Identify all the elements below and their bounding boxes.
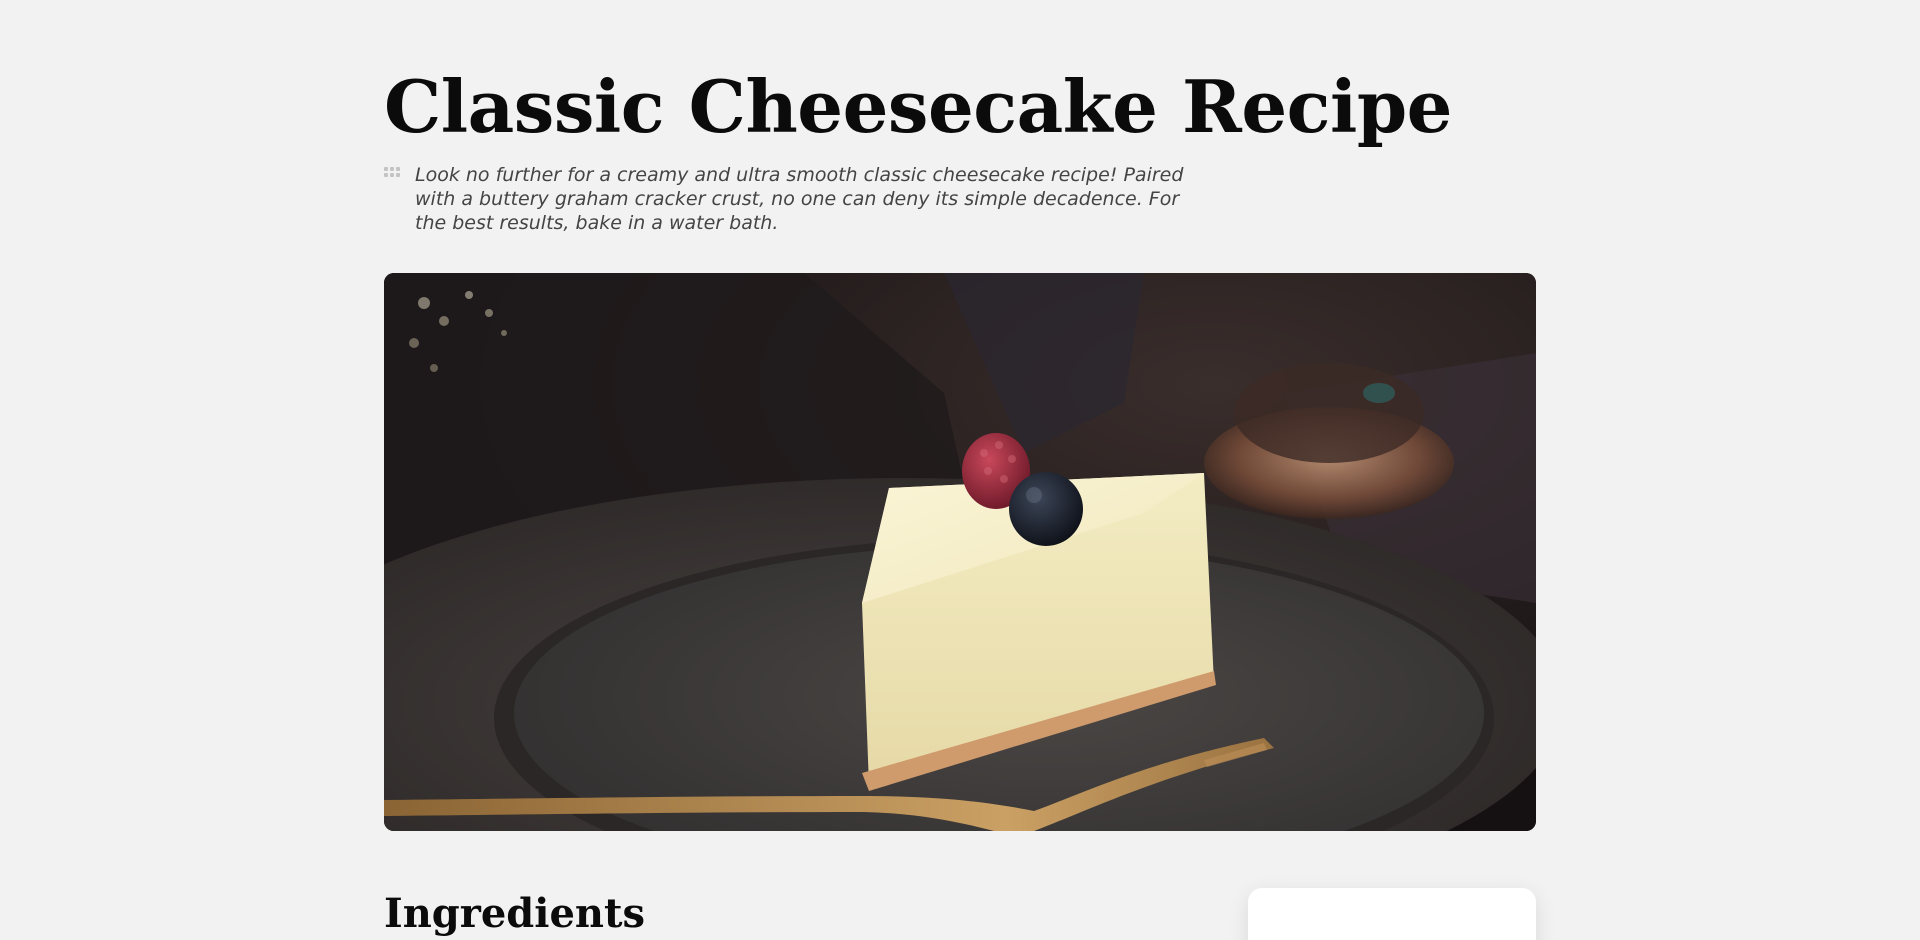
recipe-description: Look no further for a creamy and ultra s…	[415, 164, 1184, 234]
drag-handle-icon[interactable]	[384, 167, 402, 179]
page-title: Classic Cheesecake Recipe	[384, 64, 1453, 149]
recipe-page: Classic Cheesecake Recipe Look no furthe…	[0, 0, 1920, 940]
hero-image	[384, 273, 1536, 831]
recipe-info-card	[1248, 888, 1536, 940]
ingredients-heading: Ingredients	[384, 890, 645, 937]
